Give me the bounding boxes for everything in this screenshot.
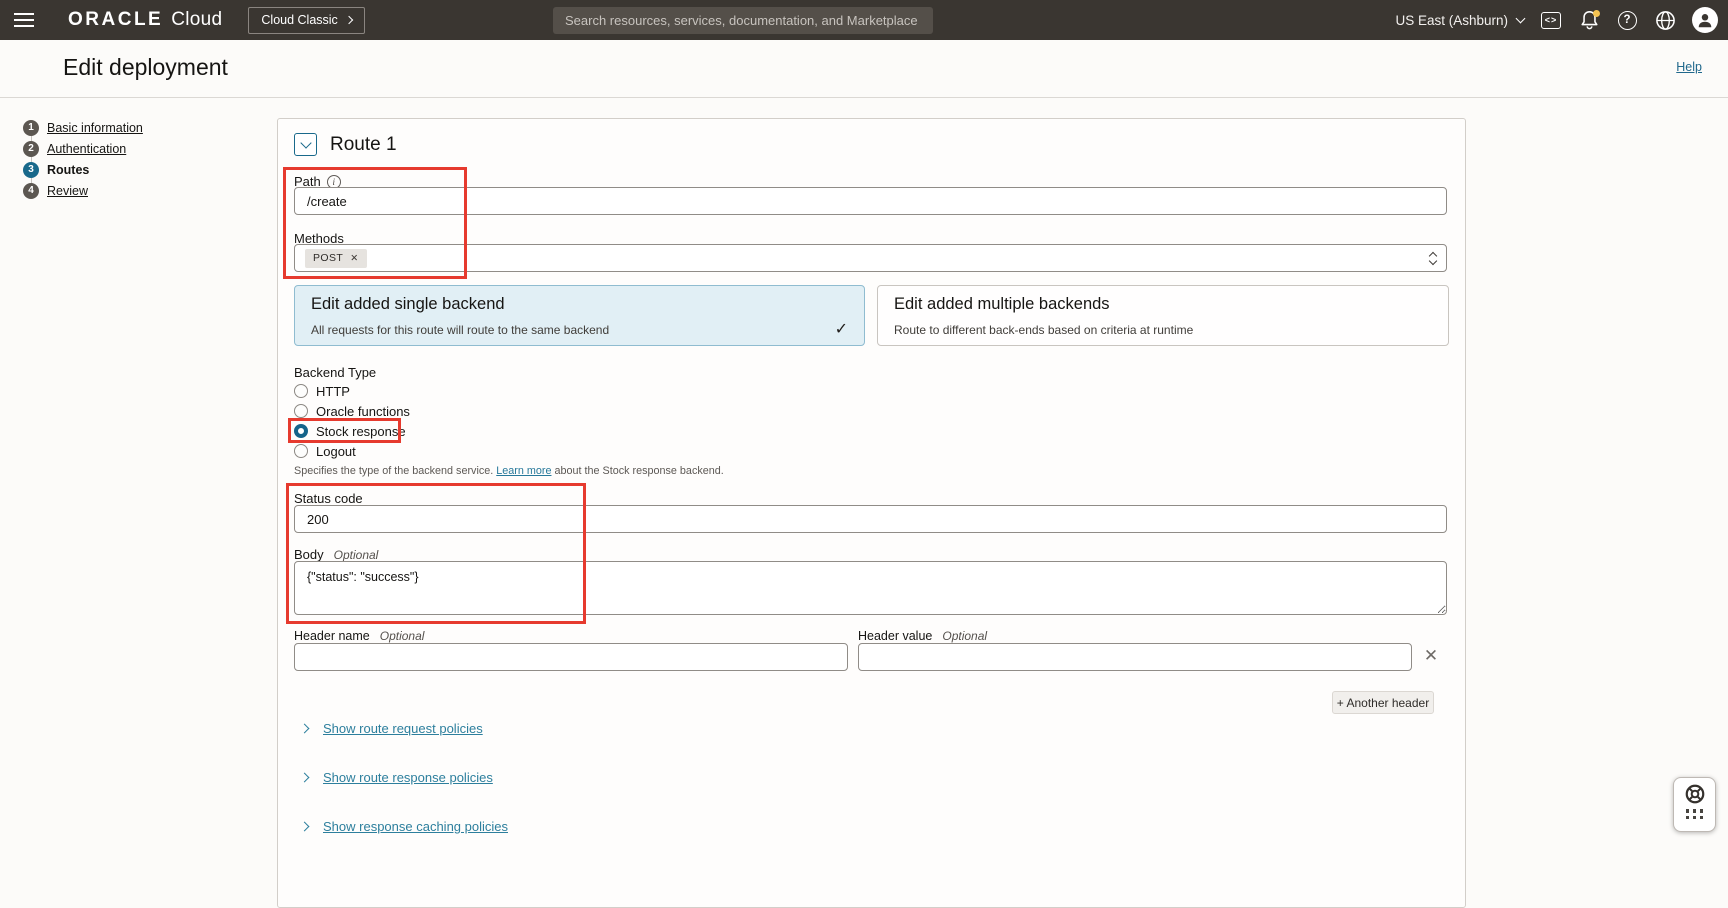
wizard-step-review[interactable]: 4 Review	[23, 180, 143, 201]
route-request-policies-toggle[interactable]: Show route request policies	[301, 721, 483, 736]
radio-http[interactable]: HTTP	[294, 381, 350, 401]
body-label: Body Optional	[294, 547, 378, 562]
step-number-badge: 4	[23, 183, 39, 199]
learn-more-link[interactable]: Learn more	[496, 465, 551, 477]
region-label: US East (Ashburn)	[1395, 13, 1508, 28]
top-bar: ORACLE Cloud Cloud Classic US East (Ashb…	[0, 0, 1728, 40]
remove-header-row-button[interactable]: ✕	[1421, 646, 1441, 666]
search-bar	[553, 7, 933, 34]
brand-oracle: ORACLE	[68, 9, 163, 31]
chevron-down-icon	[300, 137, 311, 148]
route-response-policies-toggle[interactable]: Show route response policies	[301, 770, 493, 785]
multiple-backends-title: Edit added multiple backends	[894, 295, 1110, 314]
step-label: Basic information	[47, 121, 143, 135]
oracle-cloud-logo[interactable]: ORACLE Cloud	[68, 9, 222, 31]
life-ring-icon	[1684, 783, 1706, 805]
chevron-right-icon	[300, 724, 310, 734]
step-number-badge: 1	[23, 120, 39, 136]
radio-icon	[294, 404, 308, 418]
select-stepper-icon[interactable]	[1430, 253, 1436, 264]
user-menu-button[interactable]	[1692, 7, 1718, 33]
wizard-step-routes[interactable]: 3 Routes	[23, 159, 143, 180]
route-title: Route 1	[330, 134, 397, 156]
step-label: Review	[47, 184, 88, 198]
search-input[interactable]	[553, 7, 933, 34]
step-number-badge: 2	[23, 141, 39, 157]
method-tag-post: POST ✕	[305, 249, 367, 268]
user-avatar-icon	[1696, 11, 1714, 29]
cloud-classic-button[interactable]: Cloud Classic	[248, 7, 364, 34]
radio-icon	[294, 384, 308, 398]
path-input[interactable]	[294, 187, 1447, 215]
status-code-input[interactable]	[294, 505, 1447, 533]
body-textarea[interactable]: {"status": "success"}	[294, 561, 1447, 615]
another-header-button[interactable]: + Another header	[1332, 691, 1434, 714]
single-backend-desc: All requests for this route will route t…	[311, 323, 609, 337]
notification-badge	[1593, 10, 1600, 17]
multiple-backends-desc: Route to different back-ends based on cr…	[894, 323, 1193, 337]
help-link[interactable]: Help	[1676, 60, 1702, 74]
step-label: Authentication	[47, 142, 126, 156]
response-caching-policies-toggle[interactable]: Show response caching policies	[301, 819, 508, 834]
support-widget-button[interactable]	[1673, 777, 1716, 832]
notifications-button[interactable]	[1578, 9, 1600, 31]
response-caching-policies-link[interactable]: Show response caching policies	[323, 819, 508, 834]
radio-stock-response[interactable]: Stock response	[294, 421, 406, 441]
status-code-label: Status code	[294, 491, 363, 506]
chevron-right-icon	[300, 773, 310, 783]
method-tag-label: POST	[313, 252, 343, 264]
globe-icon	[1655, 10, 1676, 31]
wizard-steps: 1 Basic information 2 Authentication 3 R…	[23, 117, 143, 201]
methods-multiselect[interactable]: POST ✕	[294, 244, 1447, 272]
wizard-step-basic-information[interactable]: 1 Basic information	[23, 117, 143, 138]
cloud-classic-label: Cloud Classic	[261, 13, 337, 27]
dev-console-icon: <>	[1541, 12, 1561, 29]
menu-icon[interactable]	[14, 9, 48, 31]
language-button[interactable]	[1654, 9, 1676, 31]
chevron-right-icon	[345, 16, 353, 24]
header-name-label: Header name Optional	[294, 629, 424, 643]
region-selector[interactable]: US East (Ashburn)	[1395, 13, 1524, 28]
single-backend-card[interactable]: Edit added single backend All requests f…	[294, 285, 865, 346]
step-label: Routes	[47, 163, 89, 177]
backend-helper-text: Specifies the type of the backend servic…	[294, 465, 724, 477]
radio-logout[interactable]: Logout	[294, 441, 356, 461]
header-value-label: Header value Optional	[858, 629, 987, 643]
page-header: Edit deployment Help	[0, 40, 1728, 98]
brand-cloud: Cloud	[171, 9, 222, 31]
multiple-backends-card[interactable]: Edit added multiple backends Route to di…	[877, 285, 1449, 346]
route-response-policies-link[interactable]: Show route response policies	[323, 770, 493, 785]
chevron-right-icon	[300, 822, 310, 832]
collapse-route-button[interactable]	[294, 133, 317, 156]
route-header: Route 1	[294, 133, 397, 156]
chevron-down-icon	[1516, 13, 1526, 23]
step-number-badge: 3	[23, 162, 39, 178]
selected-check-icon: ✓	[835, 319, 848, 339]
route-panel: Route 1 Path i Methods POST ✕ Edit added…	[277, 118, 1466, 908]
cloud-shell-button[interactable]: <>	[1540, 9, 1562, 31]
header-name-input[interactable]	[294, 643, 848, 671]
topbar-right-group: US East (Ashburn) <> ?	[1395, 0, 1718, 40]
radio-icon	[294, 444, 308, 458]
single-backend-title: Edit added single backend	[311, 295, 505, 314]
page-title: Edit deployment	[63, 54, 228, 81]
wizard-step-authentication[interactable]: 2 Authentication	[23, 138, 143, 159]
backend-type-label: Backend Type	[294, 365, 376, 380]
grid-dots-icon	[1686, 809, 1704, 819]
remove-tag-icon[interactable]: ✕	[350, 253, 358, 264]
question-icon: ?	[1618, 11, 1637, 30]
radio-oracle-functions[interactable]: Oracle functions	[294, 401, 410, 421]
radio-checked-icon	[294, 424, 308, 438]
help-button[interactable]: ?	[1616, 9, 1638, 31]
header-value-input[interactable]	[858, 643, 1412, 671]
route-request-policies-link[interactable]: Show route request policies	[323, 721, 483, 736]
